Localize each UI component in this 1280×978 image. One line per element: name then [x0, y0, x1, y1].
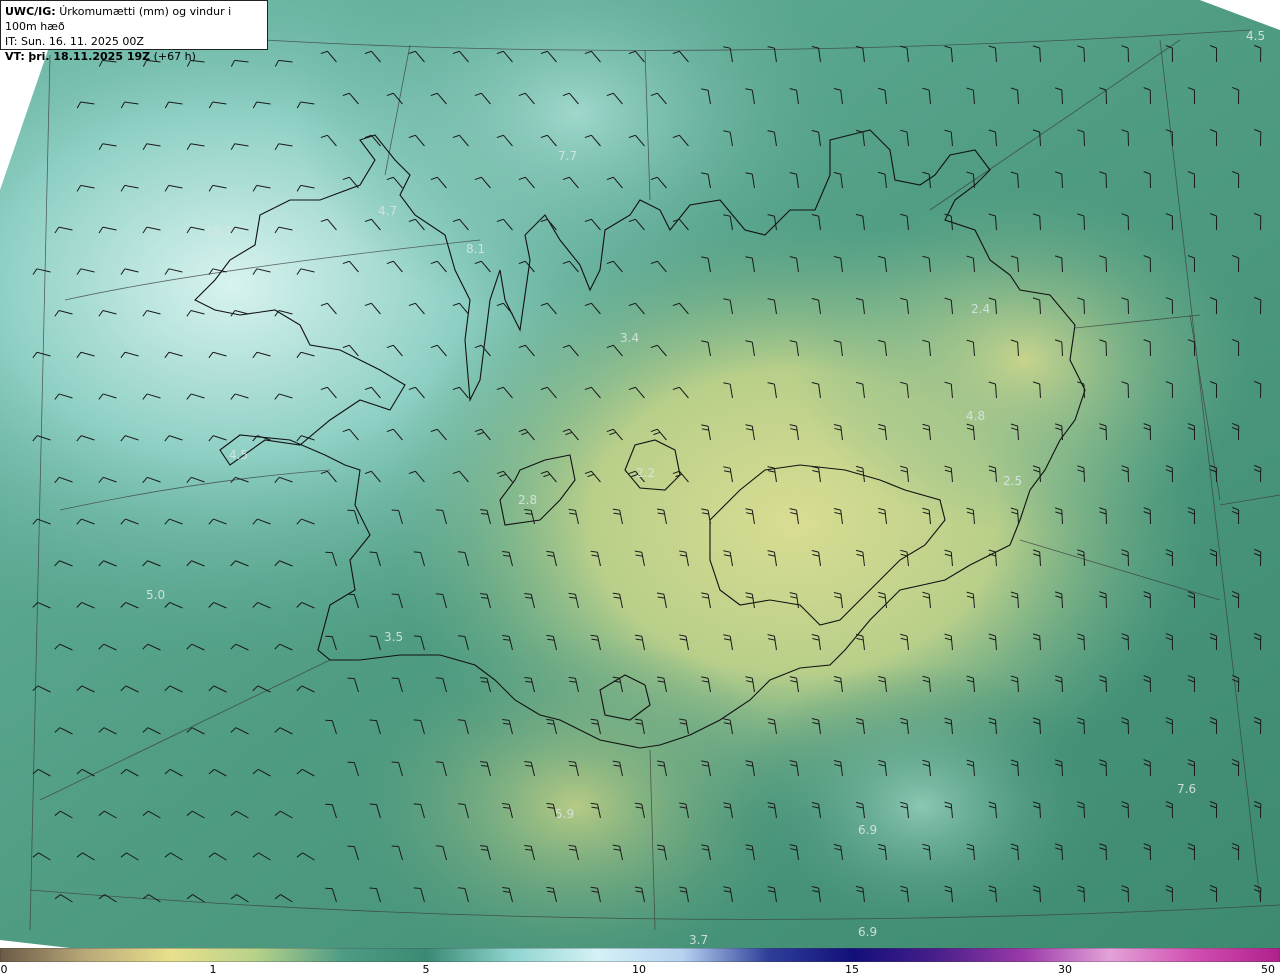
wind-barb-feather: [391, 761, 399, 764]
colorbar-tick: 50: [1261, 963, 1275, 976]
wind-barb-feather: [435, 593, 443, 595]
wind-barb: [1061, 89, 1063, 105]
wind-barb-feather: [413, 635, 421, 638]
wind-barb-feather: [435, 509, 443, 511]
colorbar-tick: 10: [632, 963, 646, 976]
wind-barb-feather: [391, 845, 399, 848]
map-value-label: 4.7: [378, 204, 397, 218]
map-value-label: 6.9: [858, 823, 877, 837]
precipitation-wind-map: 7.7 4.7 10.2 8.1 3.4 2.4 4.8 4.5 2.8 2.2…: [0, 0, 1280, 948]
wind-barb: [1061, 425, 1063, 441]
map-value-label: 6.9: [858, 925, 877, 939]
wind-barb: [1061, 509, 1063, 525]
product-title: UWC/IG: Úrkomumætti (mm) og vindur i 100…: [5, 4, 263, 34]
wind-barb-feather: [369, 635, 377, 638]
valid-time-prefix: VT:: [5, 50, 25, 63]
map-canvas: 7.7 4.7 10.2 8.1 3.4 2.4 4.8 4.5 2.8 2.2…: [0, 0, 1280, 948]
map-value-label: 10.2: [205, 224, 232, 238]
map-value-label: 3.7: [689, 933, 708, 947]
map-value-label: 8.1: [466, 242, 485, 256]
initial-time: IT: Sun. 16. 11. 2025 00Z: [5, 35, 144, 48]
valid-time-value: þri. 18.11.2025 19Z: [28, 50, 151, 63]
map-info-box: UWC/IG: Úrkomumætti (mm) og vindur i 100…: [0, 0, 268, 63]
wind-barb-feather: [413, 887, 421, 890]
wind-barb: [1083, 215, 1085, 231]
wind-barb-feather: [391, 677, 399, 680]
map-value-label: 4.5: [229, 448, 248, 462]
wind-barb: [1083, 887, 1085, 903]
map-value-label: 2.8: [518, 493, 537, 507]
map-value-label: 3.5: [384, 630, 403, 644]
wind-barb: [1061, 173, 1063, 189]
wind-barb: [1083, 467, 1085, 483]
map-value-label: 4.5: [1246, 29, 1265, 43]
wind-barb: [1083, 635, 1085, 651]
wind-barb: [1061, 845, 1063, 861]
wind-barb: [1083, 551, 1085, 567]
map-value-label: 2.4: [971, 302, 990, 316]
colorbar-tick: 1: [209, 963, 217, 976]
wind-barb-feather: [369, 551, 377, 554]
map-value-label: 2.5: [1003, 474, 1022, 488]
map-value-label: 2.2: [636, 466, 655, 480]
wind-barb: [1083, 383, 1085, 399]
colorbar-tick: 5: [422, 963, 430, 976]
map-value-label: 3.4: [620, 331, 639, 345]
wind-barb-feather: [413, 803, 421, 806]
colorbar-tick: 0: [0, 963, 8, 976]
wind-barb: [1083, 131, 1085, 147]
wind-barb-feather: [369, 719, 377, 722]
wind-barb-feather: [391, 593, 399, 596]
wind-barb: [1083, 299, 1085, 315]
wind-barb: [1061, 593, 1063, 609]
wind-barb-feather: [413, 551, 421, 554]
wind-barb-feather: [369, 803, 377, 806]
map-value-label: 5.0: [146, 588, 165, 602]
colorbar-strip: [0, 948, 1280, 962]
product-code: UWC/IG:: [5, 5, 56, 18]
map-value-label: 7.7: [558, 149, 577, 163]
wind-barb-feather: [413, 719, 421, 722]
forecast-offset: (+67 h): [153, 50, 196, 63]
colorbar-tick: 30: [1058, 963, 1072, 976]
wind-barb-feather: [435, 845, 443, 847]
wind-barb: [1061, 677, 1063, 693]
map-value-label: 7.6: [1177, 782, 1196, 796]
wind-barb: [1083, 719, 1085, 735]
map-value-label: 4.8: [966, 409, 985, 423]
wind-barb-feather: [369, 887, 377, 890]
colorbar-tick: 15: [845, 963, 859, 976]
map-value-label: 5.9: [555, 807, 574, 821]
wind-barb-feather: [435, 677, 443, 679]
wind-barb: [1061, 257, 1063, 273]
wind-barb-feather: [391, 509, 399, 512]
wind-barb-feather: [435, 761, 443, 763]
wind-barb: [1061, 341, 1063, 357]
wind-barb: [1083, 803, 1085, 819]
valid-time: VT: þri. 18.11.2025 19Z (+67 h): [5, 49, 263, 64]
wind-barb: [1061, 761, 1063, 777]
colorbar-legend: 0 1 5 10 15 30 50: [0, 948, 1280, 978]
wind-barb: [1083, 47, 1085, 63]
